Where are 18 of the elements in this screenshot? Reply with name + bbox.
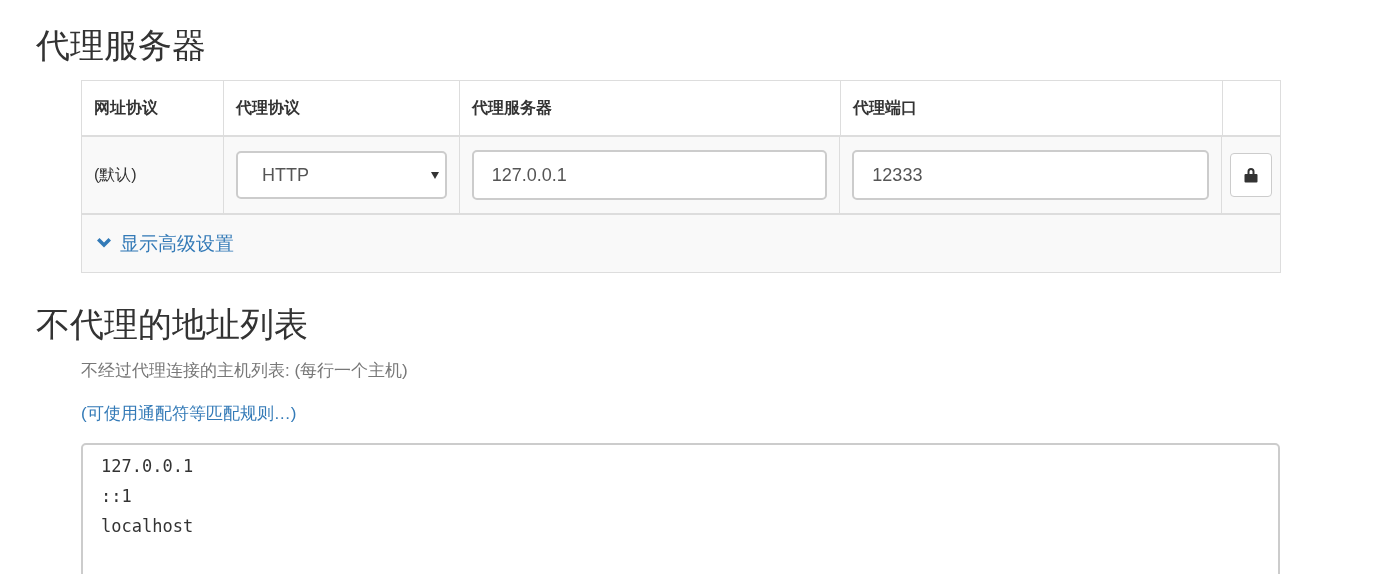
column-header: 代理协议 [236, 97, 300, 118]
chevron-down-icon [96, 238, 112, 249]
protocol-select[interactable]: HTTP [235, 151, 447, 199]
caret-icon [430, 171, 439, 179]
server-field[interactable]: 127.0.0.1 [471, 150, 828, 200]
lock-button[interactable] [1230, 153, 1272, 197]
table-cell-text: (默认) [94, 164, 137, 185]
host-list-field[interactable]: 127.0.0.1 ::1 localhost [81, 443, 1280, 574]
column-header: 代理服务器 [472, 97, 552, 118]
advanced-settings-link[interactable]: 显示高级设置 [96, 230, 234, 257]
section-heading: 代理服务器 [36, 25, 206, 66]
description-text: 不经过代理连接的主机列表: (每行一个主机) [81, 360, 408, 382]
lock-icon [1244, 167, 1258, 183]
port-field[interactable]: 12333 [852, 150, 1209, 200]
column-header: 网址协议 [94, 97, 158, 118]
rules-link[interactable]: (可使用通配符等匹配规则…) [81, 404, 297, 423]
section-heading: 不代理的地址列表 [36, 304, 308, 345]
column-header: 代理端口 [853, 97, 917, 118]
